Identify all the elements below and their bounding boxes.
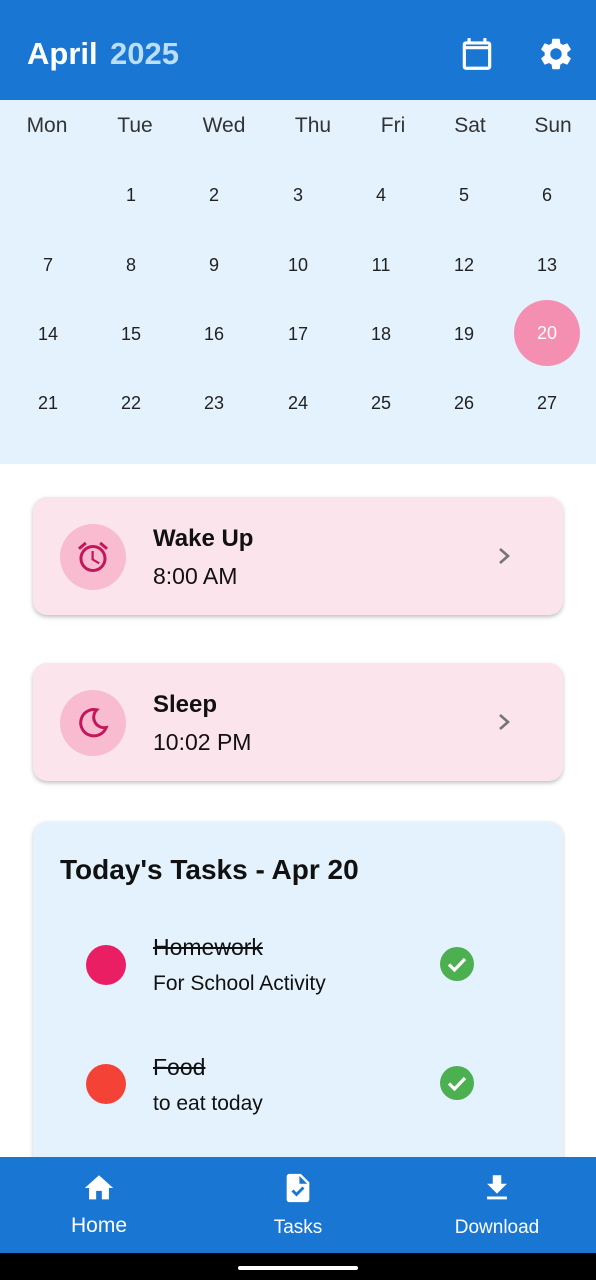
gear-icon[interactable] (537, 35, 575, 73)
weekday-label: Wed (202, 114, 246, 137)
calendar-day-selected[interactable]: 20 (514, 300, 580, 366)
home-gesture-pill[interactable] (238, 1266, 358, 1270)
calendar-day[interactable]: 22 (98, 370, 164, 436)
calendar-day[interactable]: 25 (348, 370, 414, 436)
task-name: Food (153, 1054, 206, 1080)
nav-download[interactable]: Download (398, 1157, 596, 1253)
calendar-day[interactable]: 1 (98, 162, 164, 228)
app-bar: April 2025 (0, 0, 596, 100)
calendar-day[interactable]: 4 (348, 162, 414, 228)
sleep-card[interactable]: Sleep 10:02 PM (33, 663, 563, 781)
calendar-day[interactable]: 15 (98, 301, 164, 367)
calendar-day[interactable]: 18 (348, 301, 414, 367)
task-description: to eat today (153, 1092, 263, 1115)
calendar-day[interactable]: 26 (431, 370, 497, 436)
weekday-label: Sat (454, 114, 486, 137)
sleep-time: 10:02 PM (153, 729, 252, 755)
calendar-day[interactable]: 3 (265, 162, 331, 228)
home-icon (84, 1175, 114, 1200)
moon-icon (60, 690, 126, 756)
nav-tasks[interactable]: Tasks (199, 1157, 397, 1253)
calendar-day[interactable]: 10 (265, 232, 331, 298)
wake-up-title: Wake Up (153, 525, 254, 552)
calendar-day[interactable]: 27 (514, 370, 580, 436)
sleep-title: Sleep (153, 691, 218, 718)
calendar-day[interactable]: 6 (514, 162, 580, 228)
check-circle-icon[interactable] (439, 946, 475, 982)
calendar-day[interactable]: 5 (431, 162, 497, 228)
calendar-day[interactable]: 17 (265, 301, 331, 367)
weekday-label: Sun (534, 114, 572, 137)
bottom-navigation: Home Tasks Download (0, 1157, 596, 1253)
task-color-dot (86, 1064, 126, 1104)
weekday-label: Tue (117, 114, 153, 137)
check-circle-icon[interactable] (439, 1065, 475, 1101)
calendar-day[interactable]: 11 (348, 232, 414, 298)
calendar-day[interactable]: 2 (181, 162, 247, 228)
month-label: April (27, 36, 98, 71)
weekday-label: Mon (26, 114, 68, 137)
nav-download-label: Download (454, 1217, 540, 1238)
wake-up-card[interactable]: Wake Up 8:00 AM (33, 497, 563, 615)
calendar-day[interactable]: 7 (15, 232, 81, 298)
alarm-clock-icon (60, 524, 126, 590)
calendar-day[interactable]: 12 (431, 232, 497, 298)
calendar-day[interactable]: 9 (181, 232, 247, 298)
task-color-dot (86, 945, 126, 985)
weekday-label: Fri (380, 114, 406, 137)
calendar-day[interactable]: 16 (181, 301, 247, 367)
tasks-title: Today's Tasks - Apr 20 (60, 854, 359, 885)
calendar-day[interactable]: 8 (98, 232, 164, 298)
nav-home[interactable]: Home (0, 1157, 198, 1253)
weekday-label: Thu (294, 114, 332, 137)
nav-tasks-label: Tasks (273, 1217, 323, 1238)
calendar-icon[interactable] (458, 35, 496, 73)
month-calendar: Mon Tue Wed Thu Fri Sat Sun 1 2 3 4 5 6 … (0, 100, 596, 464)
chevron-right-icon (499, 714, 510, 730)
task-file-icon (286, 1173, 310, 1203)
calendar-day[interactable]: 21 (15, 370, 81, 436)
task-name: Homework (153, 934, 263, 960)
task-description: For School Activity (153, 972, 326, 995)
calendar-day[interactable]: 14 (15, 301, 81, 367)
system-navigation-bar (0, 1253, 596, 1280)
year-label: 2025 (110, 36, 179, 71)
calendar-day[interactable]: 23 (181, 370, 247, 436)
calendar-day[interactable]: 24 (265, 370, 331, 436)
download-icon (487, 1175, 507, 1200)
calendar-day[interactable]: 13 (514, 232, 580, 298)
wake-up-time: 8:00 AM (153, 563, 238, 589)
chevron-right-icon (499, 548, 510, 564)
calendar-day[interactable]: 19 (431, 301, 497, 367)
nav-home-label: Home (70, 1214, 128, 1237)
